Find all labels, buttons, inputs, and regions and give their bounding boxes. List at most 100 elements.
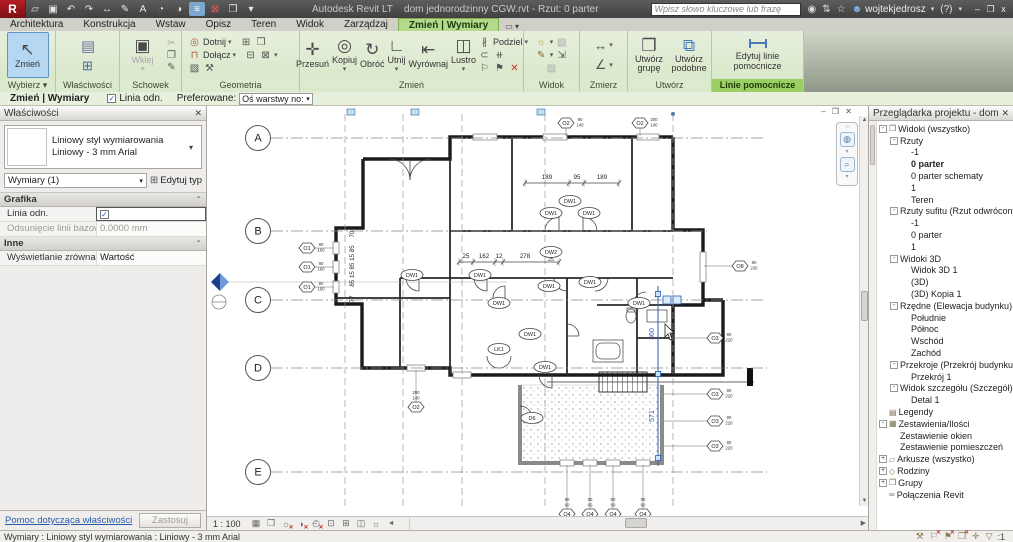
temporary-hide-icon[interactable]: ◫ bbox=[355, 518, 368, 530]
window-tag-o1[interactable]: O190160 bbox=[299, 261, 334, 272]
tab-konstrukcja[interactable]: Konstrukcja bbox=[73, 18, 145, 31]
panel-label-properties[interactable]: Właściwości bbox=[56, 79, 119, 92]
tab-teren[interactable]: Teren bbox=[241, 18, 286, 31]
wall-joins-icon[interactable]: ❒ bbox=[255, 37, 268, 48]
exchange-icon[interactable]: ⇅ bbox=[822, 4, 830, 15]
view-window-controls[interactable]: – ❐ ✕ bbox=[821, 107, 854, 116]
tree-item-rodziny[interactable]: +◇Rodziny bbox=[877, 465, 1013, 477]
split-button[interactable]: Podziel bbox=[493, 37, 523, 47]
tree-item-przekroje-przekrój-budynku-[interactable]: -Przekroje (Przekrój budynku) bbox=[877, 359, 1013, 371]
tree-item--1[interactable]: -1 bbox=[877, 217, 1013, 229]
expand-icon[interactable]: + bbox=[879, 455, 887, 463]
door-tag-d6[interactable]: D6 bbox=[521, 413, 543, 424]
tree-item-rzuty-sufitu-rzut-odwrócony-[interactable]: -Rzuty sufitu (Rzut odwrócony) bbox=[877, 206, 1013, 218]
dimension-text[interactable]: 189 bbox=[542, 174, 553, 181]
type-selector[interactable]: Liniowy styl wymiarowania Liniowy - 3 mm… bbox=[4, 125, 202, 169]
user-dropdown-icon[interactable]: ▾ bbox=[931, 5, 935, 13]
rotate-button[interactable]: ↻ Obróć bbox=[359, 32, 386, 78]
prefer-select[interactable]: Oś warstwy no: ▾ bbox=[239, 93, 313, 105]
type-properties-icon[interactable]: ⊞ bbox=[81, 58, 94, 74]
dimension-icon[interactable]: ↔ bbox=[99, 2, 115, 16]
detail-level-icon[interactable]: ▦ bbox=[250, 518, 263, 530]
door-tag-dw1[interactable]: DW1 bbox=[469, 270, 491, 281]
user-icon[interactable]: ☻ bbox=[852, 4, 863, 15]
panel-label-view[interactable]: Widok bbox=[524, 79, 579, 92]
tab-opisz[interactable]: Opisz bbox=[196, 18, 242, 31]
match-type-icon[interactable]: ✎ bbox=[165, 62, 178, 73]
dimension-text[interactable]: 95 bbox=[574, 174, 581, 181]
zoom-icon[interactable]: ⌕ bbox=[840, 157, 855, 172]
create-similar-button[interactable]: ⧉ Utwórz podobne bbox=[670, 32, 708, 78]
tree-item-zestawienie-pomieszczeń[interactable]: Zestawienie pomieszczeń bbox=[877, 442, 1013, 454]
window-tag-o8[interactable]: O890230 bbox=[704, 260, 758, 271]
tree-item-widok-szczegółu-szczegół-[interactable]: -Widok szczegółu (Szczegół) bbox=[877, 383, 1013, 395]
vertical-scroll-thumb[interactable] bbox=[861, 291, 868, 321]
properties-header[interactable]: Właściwości ✕ bbox=[0, 106, 206, 121]
close-icon[interactable]: ✕ bbox=[1001, 108, 1009, 119]
delete-icon[interactable]: ✕ bbox=[508, 63, 521, 74]
window-tag-o1[interactable]: O190160 bbox=[299, 242, 334, 253]
analytical-icon[interactable]: ◄ bbox=[385, 518, 398, 530]
window-tag-o4[interactable]: O49060 bbox=[559, 465, 575, 516]
tree-item-detal-1[interactable]: Detal 1 bbox=[877, 394, 1013, 406]
tab-architektura[interactable]: Architektura bbox=[0, 18, 73, 31]
properties-palette-icon[interactable]: ▤ bbox=[81, 37, 94, 55]
thin-lines-icon[interactable]: ≡ bbox=[189, 2, 205, 16]
tree-item--3d-[interactable]: (3D) bbox=[877, 276, 1013, 288]
grid-line-B[interactable]: B bbox=[246, 219, 708, 244]
collapse-icon[interactable]: - bbox=[890, 361, 898, 369]
cut-geometry-button[interactable]: Dotnij bbox=[203, 37, 226, 47]
door-tag-dw1[interactable]: DW1 bbox=[488, 298, 510, 309]
panel-label-geometry[interactable]: Geometria bbox=[182, 79, 299, 92]
tab-widok[interactable]: Widok bbox=[286, 18, 334, 31]
floor-plan[interactable]: ABCDE1899518925162122787085 15 85 15 857… bbox=[207, 106, 868, 516]
cope-icon[interactable]: ⊞ bbox=[240, 37, 253, 48]
tree-item-północ[interactable]: Północ bbox=[877, 324, 1013, 336]
dimension-text[interactable]: 85 15 85 15 85 bbox=[349, 245, 356, 287]
text-icon[interactable]: A bbox=[135, 2, 151, 16]
tree-item-grupy[interactable]: +❐Grupy bbox=[877, 477, 1013, 489]
cutaway-icon[interactable]: ▧ bbox=[545, 63, 558, 74]
exclude-options-icon[interactable]: ❒✕ bbox=[958, 531, 966, 542]
leader-value-checkbox[interactable]: ✓ bbox=[96, 207, 206, 221]
render-icon[interactable]: ◴✕ bbox=[310, 518, 323, 530]
door-tag-dw1[interactable]: DW1 bbox=[540, 208, 562, 219]
window-tag-o1[interactable]: O190160 bbox=[299, 281, 334, 292]
properties-help-link[interactable]: Pomoc dotycząca właściwości bbox=[5, 515, 139, 526]
panel-label-modify[interactable]: Zmień bbox=[300, 79, 523, 92]
window-tag-o4[interactable]: O49060 bbox=[635, 465, 651, 516]
pin-icon[interactable]: ⚐ bbox=[478, 63, 491, 74]
section-icon[interactable]: ◑ bbox=[171, 2, 187, 16]
help-dropdown-icon[interactable]: ▾ bbox=[958, 5, 962, 13]
tree-item--3d-kopia-1[interactable]: (3D) Kopia 1 bbox=[877, 288, 1013, 300]
tab-modify-dimensions-active[interactable]: Zmień | Wymiary bbox=[398, 18, 499, 31]
dimension-text[interactable]: 278 bbox=[520, 253, 531, 260]
revit-logo-button[interactable]: R bbox=[0, 0, 26, 18]
tree-item-wschód[interactable]: Wschód bbox=[877, 335, 1013, 347]
hide-icon[interactable]: ▧ bbox=[555, 37, 568, 48]
paint-icon[interactable]: ▨ bbox=[188, 63, 201, 74]
crop-view-icon[interactable]: ⊡ bbox=[325, 518, 338, 530]
unpin-icon[interactable]: ⚑ bbox=[493, 63, 506, 74]
window-tag-o2[interactable]: O2200140 bbox=[632, 117, 658, 136]
panel-label-clipboard[interactable]: Schowek bbox=[120, 79, 181, 92]
apply-button[interactable]: Zastosuj bbox=[139, 513, 201, 528]
linework-icon[interactable]: ✎ bbox=[535, 50, 548, 61]
editable-only-icon[interactable]: ⚑✕ bbox=[944, 531, 952, 542]
measure-icon[interactable]: ↔ bbox=[594, 38, 607, 53]
tab-wstaw[interactable]: Wstaw bbox=[146, 18, 196, 31]
panel-label-select[interactable]: Wybierz ▾ bbox=[0, 79, 55, 92]
favorites-icon[interactable]: ☆ bbox=[837, 4, 846, 15]
horizontal-scrollbar[interactable]: ▶ bbox=[409, 517, 868, 530]
undo-icon[interactable]: ↶ bbox=[63, 2, 79, 16]
window-tag-o4[interactable]: O49060 bbox=[582, 465, 598, 516]
collapse-icon[interactable]: - bbox=[890, 302, 898, 310]
section-other[interactable]: Inne⌃ bbox=[0, 237, 206, 251]
dimension-line[interactable] bbox=[457, 258, 561, 266]
unjoin-icon[interactable]: ⊠ bbox=[259, 50, 272, 61]
section-graphics[interactable]: Grafika⌃ bbox=[0, 193, 206, 207]
tree-item-widoki-3d[interactable]: -Widoki 3D bbox=[877, 253, 1013, 265]
ribbon-state-toggle[interactable]: ▭ ▾ bbox=[505, 22, 519, 31]
grid-line-D[interactable]: D bbox=[246, 356, 768, 381]
array-icon[interactable]: ⧺ bbox=[493, 50, 506, 61]
